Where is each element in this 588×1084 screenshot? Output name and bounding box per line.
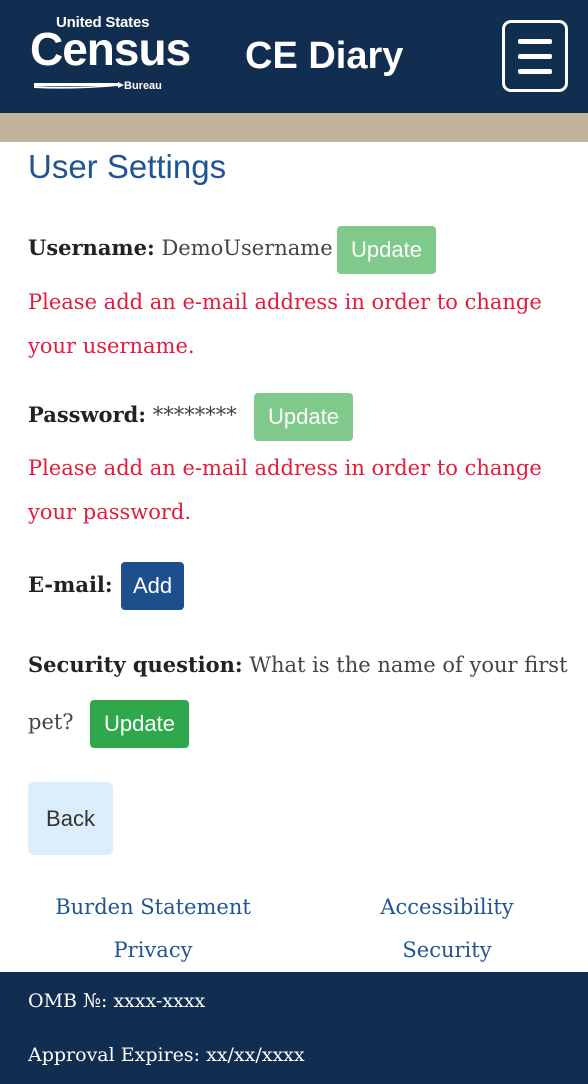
- password-error-message: Please add an e-mail address in order to…: [28, 456, 542, 524]
- logo-swoosh-icon: [34, 82, 124, 89]
- accessibility-link[interactable]: Accessibility: [322, 895, 572, 919]
- username-error-message: Please add an e-mail address in order to…: [28, 290, 542, 358]
- security-question-value-cont: pet?: [28, 710, 74, 734]
- password-label: Password:: [28, 402, 147, 427]
- omb-number: OMB №: xxxx-xxxx: [28, 990, 206, 1012]
- app-title: CE Diary: [245, 35, 404, 77]
- username-value: DemoUsername: [161, 236, 333, 260]
- hamburger-menu-icon-bar: [518, 69, 552, 74]
- census-bureau-logo[interactable]: United States Census Bureau: [30, 14, 191, 98]
- logo-bureau-text: Bureau: [124, 80, 162, 92]
- approval-expiry: Approval Expires: xx/xx/xxxx: [28, 1044, 305, 1066]
- page-title: User Settings: [28, 148, 227, 185]
- top-navbar: United States Census Bureau CE Diary: [0, 0, 588, 113]
- hamburger-menu-icon: [518, 39, 552, 44]
- password-row: Password: ********: [28, 402, 237, 427]
- security-question-row: Security question: What is the name of y…: [28, 652, 568, 677]
- username-label: Username:: [28, 235, 155, 260]
- logo-census-text: Census: [30, 23, 191, 75]
- username-row: Username: DemoUsername: [28, 235, 333, 260]
- privacy-link[interactable]: Privacy: [28, 938, 278, 962]
- security-link[interactable]: Security: [322, 938, 572, 962]
- email-label: E-mail:: [28, 572, 113, 597]
- update-username-button[interactable]: Update: [337, 226, 436, 274]
- accent-bar: [0, 113, 588, 142]
- add-email-button[interactable]: Add: [121, 562, 185, 610]
- password-value: ********: [152, 403, 237, 427]
- update-password-button[interactable]: Update: [254, 393, 353, 441]
- security-question-row-cont: pet?: [28, 710, 74, 734]
- security-question-value: What is the name of your first: [249, 653, 568, 677]
- update-security-question-button[interactable]: Update: [90, 700, 189, 748]
- footer: OMB №: xxxx-xxxx Approval Expires: xx/xx…: [0, 972, 588, 1084]
- security-question-label: Security question:: [28, 652, 243, 677]
- burden-statement-link[interactable]: Burden Statement: [28, 895, 278, 919]
- hamburger-menu-icon-bar: [518, 54, 552, 59]
- email-row: E-mail:: [28, 572, 113, 597]
- hamburger-menu-button[interactable]: [502, 20, 568, 92]
- back-button[interactable]: Back: [28, 782, 113, 855]
